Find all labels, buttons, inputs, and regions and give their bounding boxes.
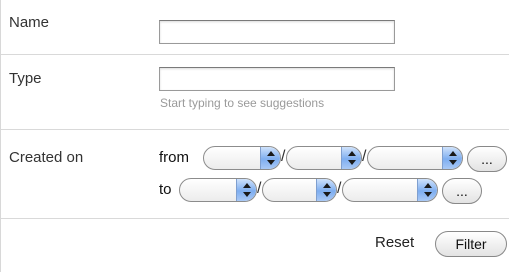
- select-arrows-icon: [417, 179, 437, 201]
- date-separator: /: [281, 148, 286, 165]
- from-label: from: [159, 149, 189, 166]
- select-arrows-icon: [316, 179, 336, 201]
- name-row: Name: [1, 0, 509, 55]
- type-input[interactable]: [159, 67, 395, 91]
- filter-form: Name Type Start typing to see suggestion…: [0, 0, 509, 272]
- to-day-select[interactable]: [179, 178, 257, 202]
- select-arrows-icon: [341, 147, 361, 169]
- from-date-picker-button[interactable]: ...: [467, 146, 507, 172]
- created-on-row: Created on from / / ... to / / ...: [1, 130, 509, 219]
- name-input[interactable]: [159, 20, 395, 44]
- to-year-select[interactable]: [342, 178, 438, 202]
- to-date-picker-button[interactable]: ...: [442, 178, 482, 204]
- to-month-select[interactable]: [262, 178, 337, 202]
- name-label: Name: [9, 14, 50, 31]
- actions-row: Reset Filter: [1, 219, 509, 272]
- type-hint: Start typing to see suggestions: [160, 96, 325, 110]
- select-arrows-icon: [260, 147, 280, 169]
- from-day-select[interactable]: [203, 146, 281, 170]
- select-arrows-icon: [442, 147, 462, 169]
- date-separator: /: [257, 180, 262, 197]
- select-arrows-icon: [236, 179, 256, 201]
- from-month-select[interactable]: [286, 146, 362, 170]
- date-separator: /: [362, 148, 367, 165]
- date-separator: /: [337, 180, 342, 197]
- type-label: Type: [9, 70, 42, 87]
- type-row: Type Start typing to see suggestions: [1, 55, 509, 130]
- filter-button[interactable]: Filter: [435, 231, 507, 257]
- to-label: to: [159, 181, 172, 198]
- reset-link[interactable]: Reset: [375, 234, 414, 251]
- created-on-label: Created on: [9, 149, 84, 166]
- from-year-select[interactable]: [367, 146, 463, 170]
